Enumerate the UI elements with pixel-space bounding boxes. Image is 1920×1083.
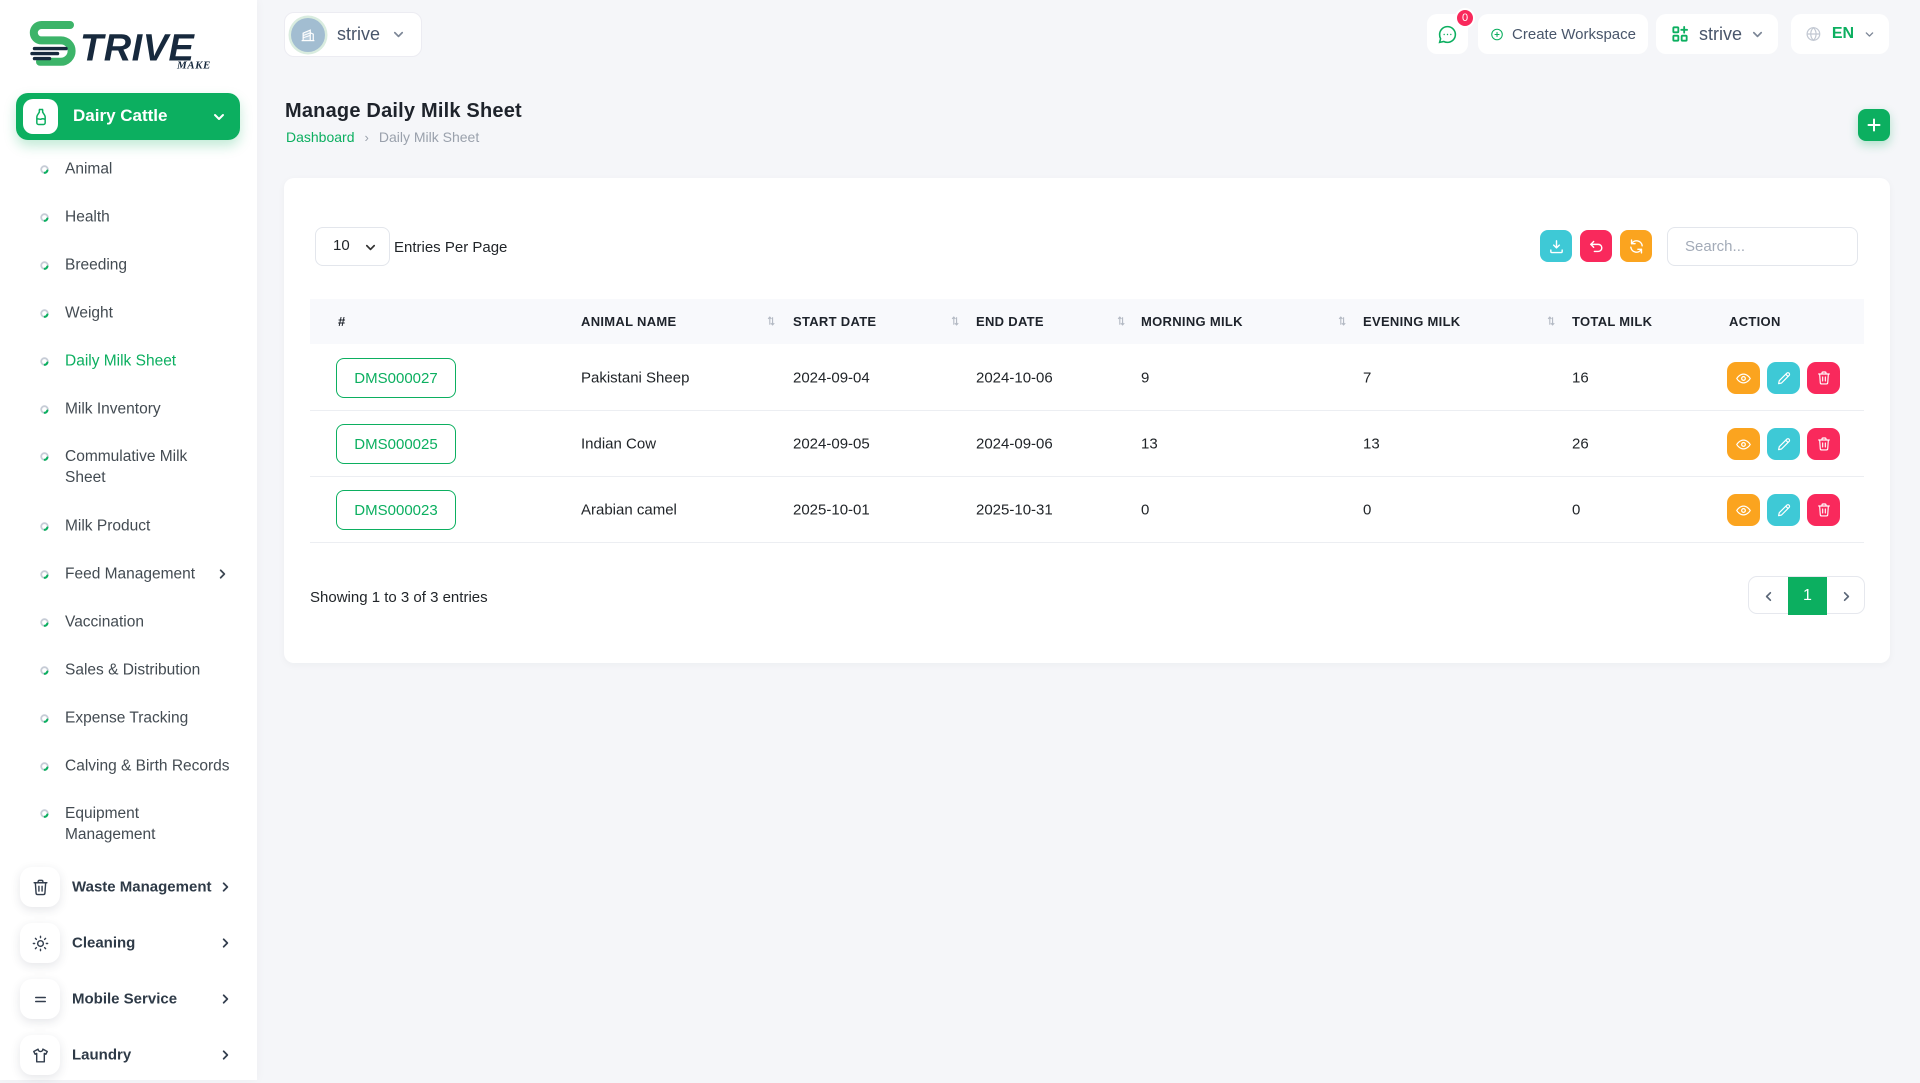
svg-text:MAKE: MAKE xyxy=(176,60,211,72)
